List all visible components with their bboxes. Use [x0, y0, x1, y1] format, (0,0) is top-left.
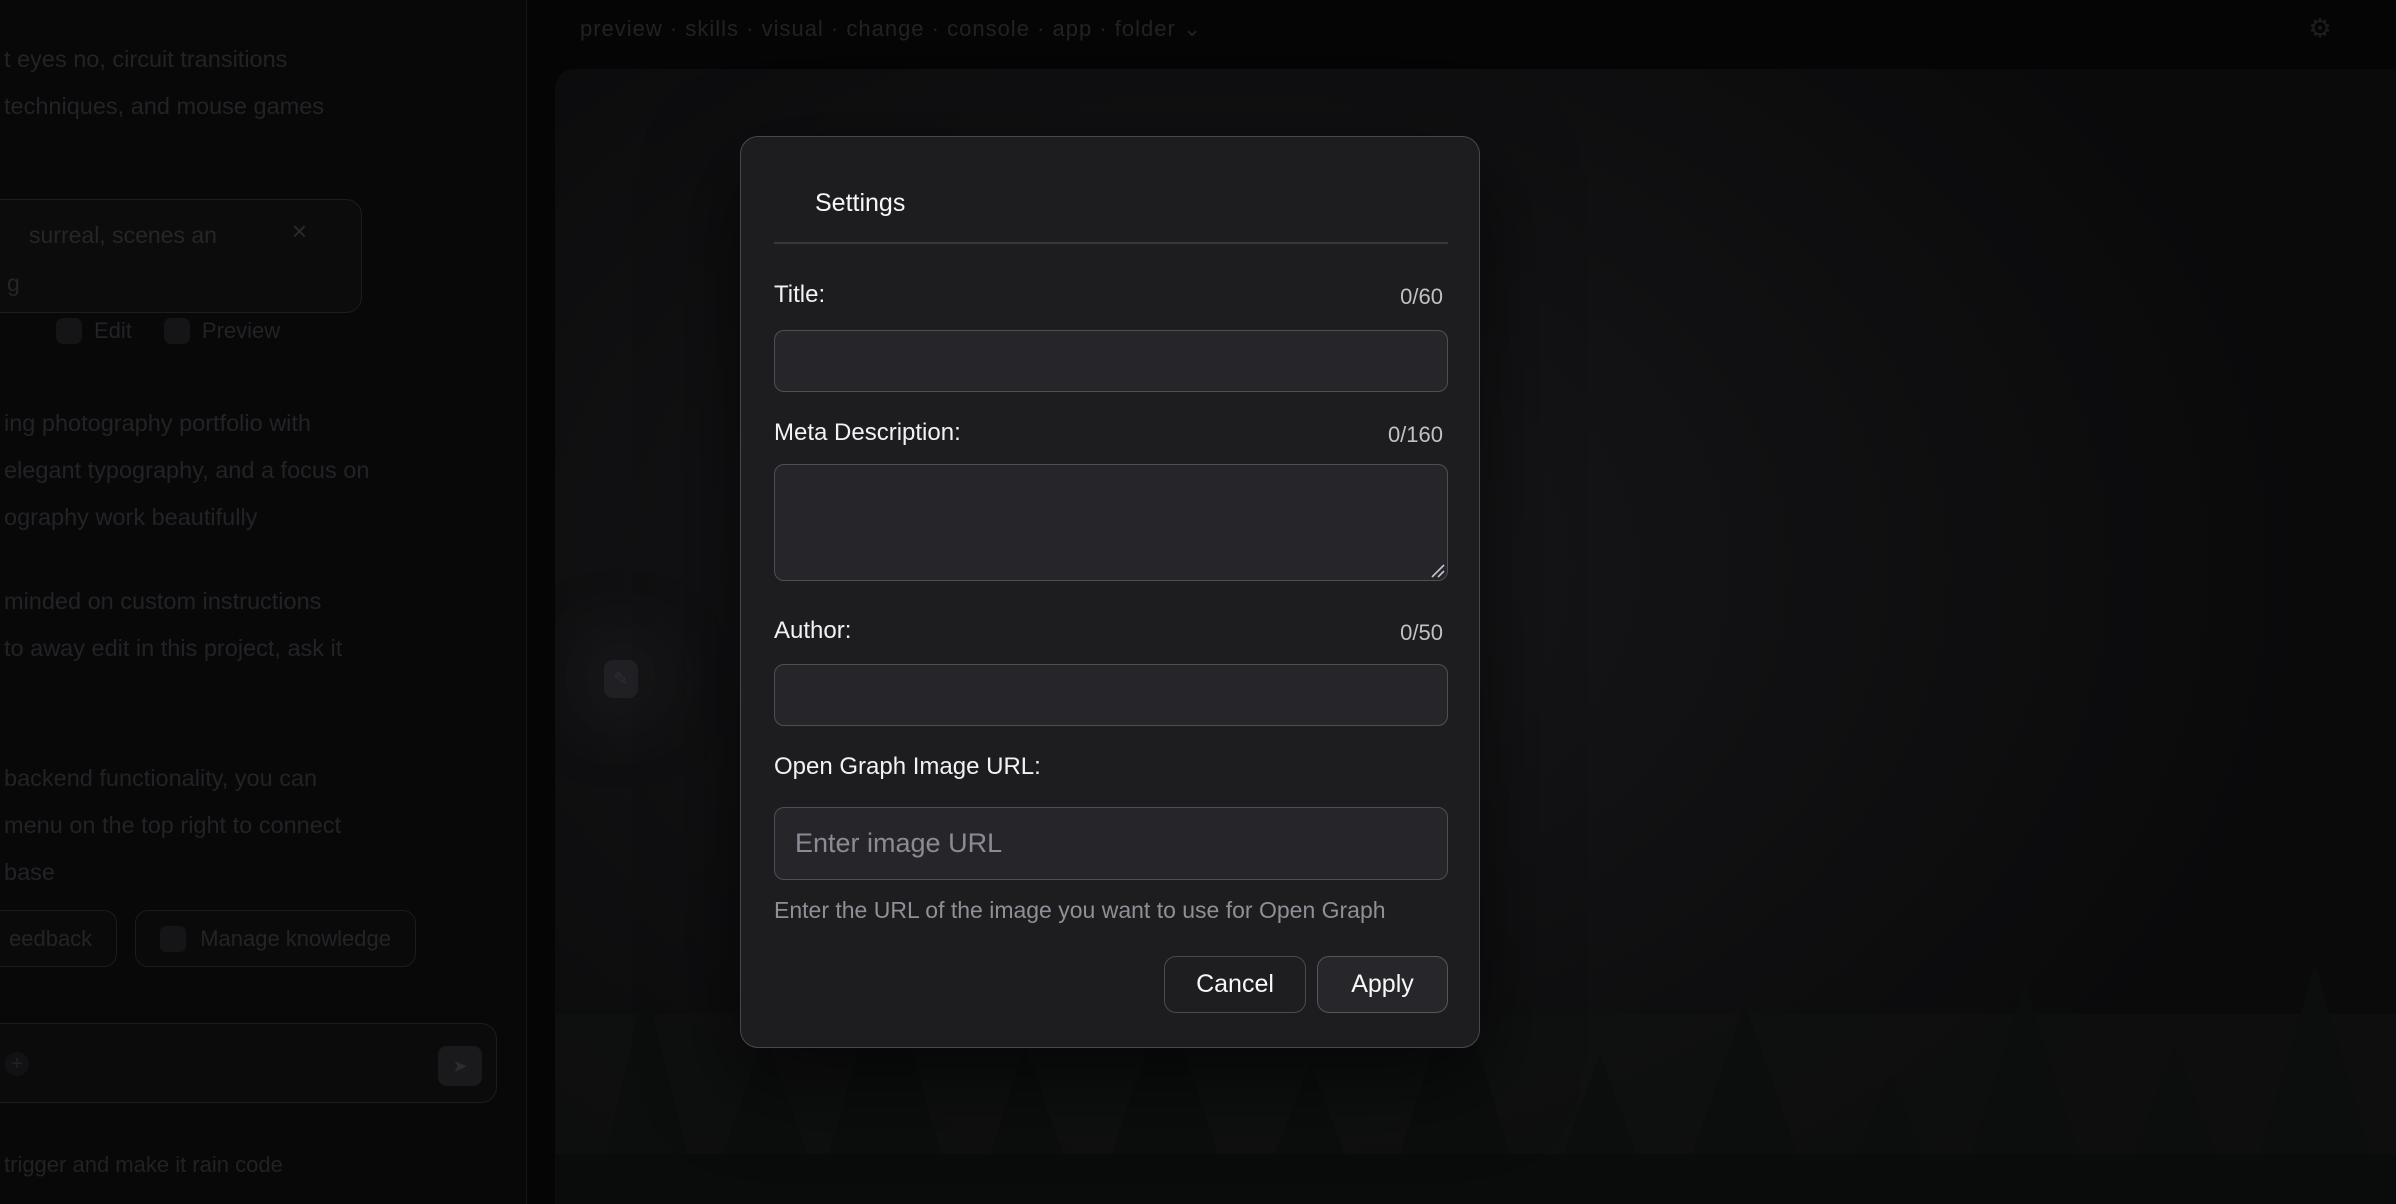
preview-chip-label: Preview — [202, 318, 280, 344]
textarea-resize-handle[interactable] — [1428, 561, 1446, 579]
preview-icon — [164, 318, 190, 344]
knowledge-icon — [160, 926, 186, 952]
gear-icon[interactable]: ⚙ — [2304, 12, 2336, 44]
settings-modal: Settings Title: 0/60 Meta Description: 0… — [740, 136, 1480, 1048]
chat-sidebar: t eyes no, circuit transitions technique… — [0, 0, 527, 1204]
chat-paragraph-line: menu on the top right to connect — [4, 812, 341, 839]
action-chip-row: eedback Manage knowledge — [0, 910, 416, 967]
preview-chip[interactable]: Preview — [164, 318, 280, 344]
chat-paragraph-line: minded on custom instructions — [4, 588, 321, 615]
modal-title: Settings — [815, 189, 905, 218]
author-label: Author: — [774, 617, 851, 645]
attachment-card: surreal, scenes an × g — [0, 199, 362, 313]
close-icon[interactable]: × — [292, 216, 307, 247]
title-input[interactable] — [774, 330, 1448, 392]
og-image-url-input[interactable] — [774, 807, 1448, 880]
meta-description-textarea[interactable] — [774, 464, 1448, 581]
meta-description-label: Meta Description: — [774, 419, 961, 447]
chat-message-line: t eyes no, circuit transitions — [4, 46, 287, 73]
chat-paragraph-line: ing photography portfolio with — [4, 410, 311, 437]
send-icon: ➤ — [452, 1056, 467, 1076]
project-breadcrumb[interactable]: preview · skills · visual · change · con… — [580, 16, 1280, 42]
og-image-url-helper: Enter the URL of the image you want to u… — [774, 897, 1386, 924]
attachment-card-subtext: g — [7, 270, 20, 297]
chat-composer[interactable]: + ➤ — [0, 1023, 497, 1103]
chat-paragraph-line: elegant typography, and a focus on — [4, 457, 369, 484]
feedback-button-label: eedback — [9, 926, 92, 952]
author-counter: 0/50 — [1400, 620, 1443, 646]
cancel-button[interactable]: Cancel — [1164, 956, 1306, 1013]
mode-chip-row: Edit Preview — [56, 318, 280, 344]
attachment-card-text: surreal, scenes an — [29, 222, 217, 249]
apply-button[interactable]: Apply — [1317, 956, 1448, 1013]
meta-description-counter: 0/160 — [1388, 422, 1443, 448]
edit-chip[interactable]: Edit — [56, 318, 132, 344]
chat-paragraph-line: base — [4, 859, 55, 886]
send-button[interactable]: ➤ — [438, 1046, 482, 1086]
floating-edit-button[interactable]: ✎ — [604, 660, 638, 698]
edit-icon — [56, 318, 82, 344]
chat-paragraph-line: to away edit in this project, ask it — [4, 635, 342, 662]
author-input[interactable] — [774, 664, 1448, 726]
meta-description-field — [774, 464, 1448, 581]
edit-chip-label: Edit — [94, 318, 132, 344]
modal-divider — [774, 242, 1448, 244]
manage-knowledge-button[interactable]: Manage knowledge — [135, 910, 416, 967]
title-label: Title: — [774, 281, 825, 309]
feedback-button[interactable]: eedback — [0, 910, 117, 967]
chat-paragraph-line: backend functionality, you can — [4, 765, 317, 792]
chat-paragraph-line: ography work beautifully — [4, 504, 257, 531]
chat-message-line: techniques, and mouse games — [4, 93, 324, 120]
composer-footer-note: trigger and make it rain code — [4, 1152, 283, 1178]
plus-icon[interactable]: + — [5, 1052, 29, 1076]
title-counter: 0/60 — [1400, 284, 1443, 310]
og-image-url-label: Open Graph Image URL: — [774, 753, 1041, 781]
pencil-icon: ✎ — [613, 669, 628, 689]
manage-knowledge-label: Manage knowledge — [200, 926, 391, 952]
